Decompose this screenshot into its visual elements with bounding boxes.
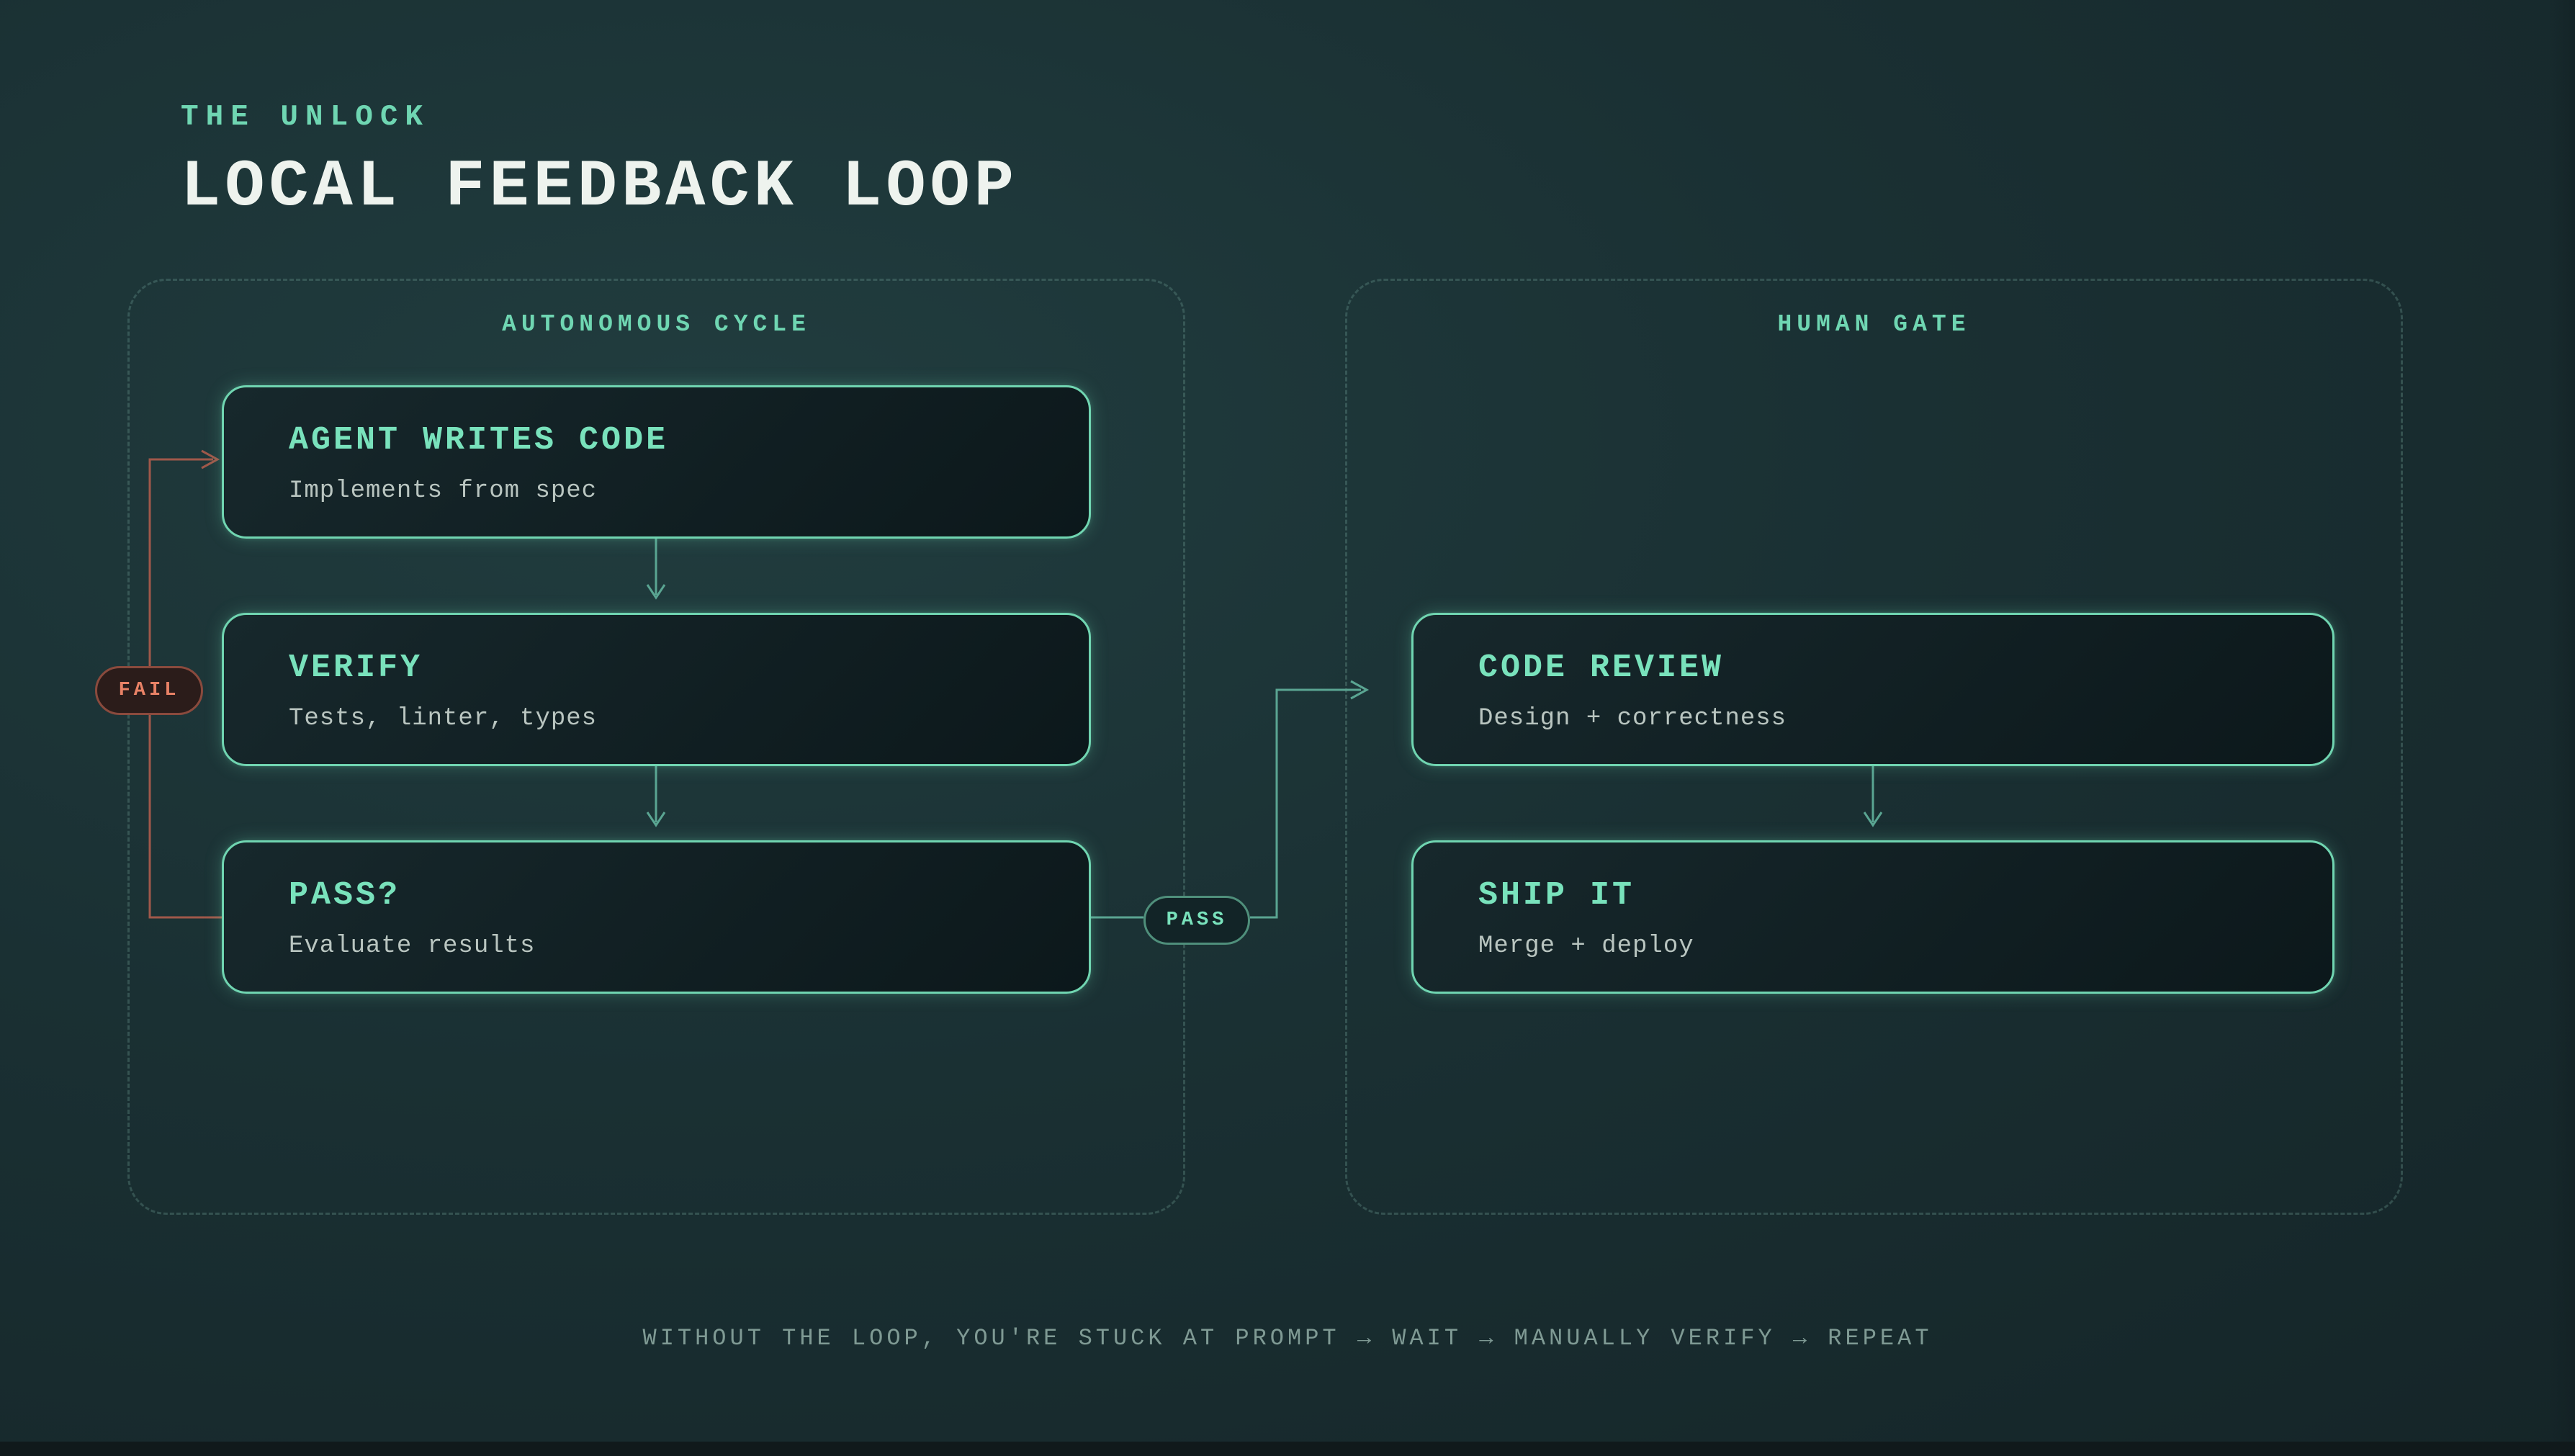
node-subtitle: Tests, linter, types: [289, 705, 598, 732]
node-agent-writes-code: AGENT WRITES CODE Implements from spec: [222, 385, 1091, 539]
node-subtitle: Evaluate results: [289, 933, 536, 960]
footer-note: WITHOUT THE LOOP, YOU'RE STUCK AT PROMPT…: [642, 1325, 1933, 1352]
node-title: AGENT WRITES CODE: [289, 422, 669, 459]
pass-to-review-line: [1091, 688, 1361, 919]
fail-badge: FAIL: [95, 666, 203, 715]
node-title: SHIP IT: [1478, 877, 1635, 914]
node-code-review: CODE REVIEW Design + correctness: [1411, 613, 2334, 766]
node-subtitle: Merge + deploy: [1478, 933, 1694, 960]
node-pass-check: PASS? Evaluate results: [222, 840, 1091, 994]
node-verify: VERIFY Tests, linter, types: [222, 613, 1091, 766]
node-subtitle: Design + correctness: [1478, 705, 1787, 732]
node-ship-it: SHIP IT Merge + deploy: [1411, 840, 2334, 994]
node-subtitle: Implements from spec: [289, 477, 598, 505]
node-title: VERIFY: [289, 650, 423, 686]
pass-badge: PASS: [1143, 896, 1250, 945]
node-title: CODE REVIEW: [1478, 650, 1725, 686]
node-title: PASS?: [289, 877, 401, 914]
